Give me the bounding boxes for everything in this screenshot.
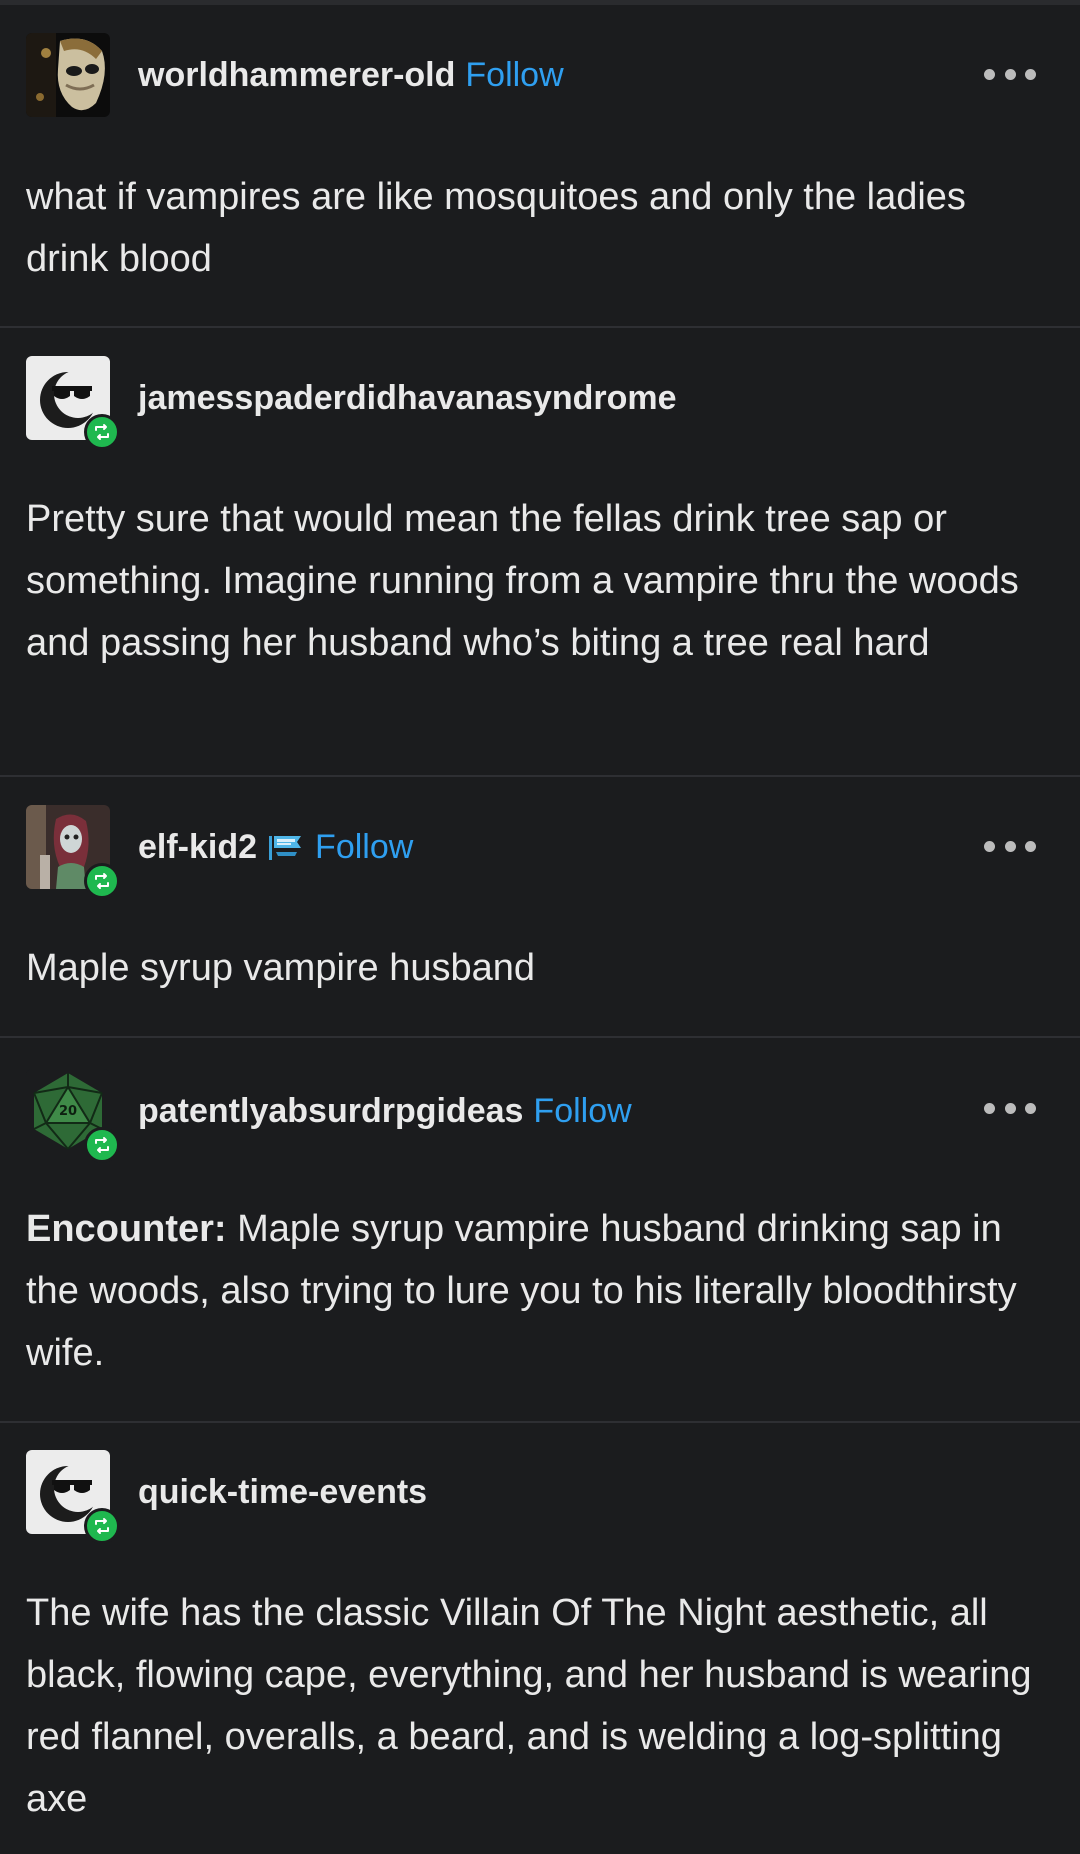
post-header: 20 patentlyabsurdrpgideas Follow [26,1068,632,1163]
svg-text:20: 20 [59,1104,77,1119]
username[interactable]: patentlyabsurdrpgideas [138,1092,523,1131]
follow-button[interactable]: Follow [315,828,413,867]
post-header: jamesspaderdidhavanasyndrome [26,355,677,450]
post-divider [0,1421,1080,1423]
username[interactable]: jamesspaderdidhavanasyndrome [138,379,677,418]
encounter-label: Encounter: [26,1208,227,1250]
username-line: elf-kid2 Follow [138,828,413,867]
post-body: Pretty sure that would mean the fellas d… [26,498,1019,664]
avatar[interactable] [26,805,120,899]
username-line: quick-time-events [138,1473,427,1512]
follow-button[interactable]: Follow [465,56,563,95]
avatar[interactable] [26,33,110,117]
post-divider [0,1036,1080,1038]
reblog-icon [84,863,120,899]
avatar[interactable]: 20 [26,1069,120,1163]
flag-badge-icon [267,832,305,862]
username[interactable]: quick-time-events [138,1473,427,1512]
avatar[interactable] [26,356,120,450]
post-body: what if vampires are like mosquitoes and… [26,176,966,280]
username-line: jamesspaderdidhavanasyndrome [138,379,677,418]
post-divider [0,326,1080,328]
post-header: worldhammerer-old Follow [26,32,564,118]
top-divider [0,0,1080,5]
post-header: elf-kid2 Follow [26,804,413,899]
more-options-icon[interactable] [984,64,1036,84]
username-line: worldhammerer-old Follow [138,56,564,95]
post-body: Encounter: Maple syrup vampire husband d… [26,1198,1056,1384]
username-line: patentlyabsurdrpgideas Follow [138,1092,632,1131]
post-header: quick-time-events [26,1449,427,1544]
more-options-icon[interactable] [984,1098,1036,1118]
venetian-mask-icon [26,33,110,117]
post-divider [0,775,1080,777]
post-body: Maple syrup vampire husband [26,947,536,989]
username[interactable]: elf-kid2 [138,828,257,867]
avatar[interactable] [26,1450,120,1544]
reblog-icon [84,1127,120,1163]
username[interactable]: worldhammerer-old [138,56,455,95]
follow-button[interactable]: Follow [533,1092,631,1131]
reblog-icon [84,414,120,450]
reblog-icon [84,1508,120,1544]
more-options-icon[interactable] [984,836,1036,856]
post-body: The wife has the classic Villain Of The … [26,1592,1032,1820]
